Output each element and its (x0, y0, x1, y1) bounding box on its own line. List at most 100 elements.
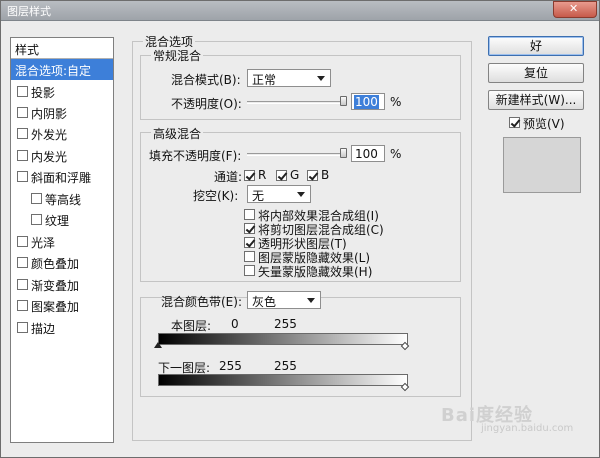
general-blending-title: 常规混合 (151, 47, 204, 64)
this-layer-high-value: 255 (274, 317, 297, 331)
reset-button[interactable]: 复位 (488, 63, 584, 83)
contour-checkbox[interactable] (31, 193, 42, 204)
bevel-emboss-checkbox[interactable] (17, 171, 28, 182)
transparency-shapes-layer-checkbox[interactable] (244, 237, 255, 248)
fill-opacity-slider-track[interactable] (247, 153, 347, 156)
sidebar-item-stroke[interactable]: 描边 (11, 317, 113, 338)
chevron-down-icon (297, 192, 305, 197)
sidebar-item-gradient-overlay[interactable]: 渐变叠加 (11, 274, 113, 295)
drop-shadow-checkbox[interactable] (17, 86, 28, 97)
this-layer-label: 本图层: (171, 319, 212, 333)
this-layer-gradient-bar (158, 333, 408, 345)
fill-opacity-input[interactable]: 100 (351, 145, 385, 162)
sidebar-item-outer-glow[interactable]: 外发光 (11, 123, 113, 144)
sidebar-item-label: 投影 (31, 86, 56, 100)
sidebar-header-label: 样式 (15, 43, 40, 57)
close-button[interactable]: ✕ (553, 1, 597, 18)
window-title: 图层样式 (7, 5, 51, 18)
sidebar-header: 样式 (11, 38, 113, 59)
styles-sidebar: 样式 混合选项:自定 投影 内阴影 外发光 内发光 斜面和浮雕 等高线 纹理 光… (10, 37, 114, 443)
knockout-dropdown[interactable]: 无 (247, 185, 311, 203)
this-layer-black-slider[interactable] (154, 342, 162, 348)
color-overlay-checkbox[interactable] (17, 257, 28, 268)
underlying-layer-low-value: 255 (219, 359, 242, 373)
chevron-down-icon (307, 298, 315, 303)
sidebar-item-label: 外发光 (31, 128, 68, 142)
opacity-slider-knob[interactable] (340, 96, 347, 106)
close-icon: ✕ (569, 2, 579, 15)
sidebar-item-label: 光泽 (31, 236, 56, 250)
opacity-input[interactable]: 100 (351, 93, 385, 110)
sidebar-item-inner-shadow[interactable]: 内阴影 (11, 102, 113, 123)
advanced-blending-title: 高级混合 (151, 125, 204, 142)
blend-if-label: 混合颜色带(E): (161, 295, 242, 309)
sidebar-item-label: 等高线 (45, 193, 82, 207)
knockout-label: 挖空(K): (193, 189, 239, 203)
satin-checkbox[interactable] (17, 236, 28, 247)
blend-mode-dropdown[interactable]: 正常 (247, 69, 331, 87)
stroke-checkbox[interactable] (17, 322, 28, 333)
watermark: Bai度经验 jingyan.baidu.com (441, 401, 573, 434)
fill-opacity-label: 填充不透明度(F): (149, 149, 242, 163)
sidebar-item-inner-glow[interactable]: 内发光 (11, 145, 113, 166)
ok-button[interactable]: 好 (488, 36, 584, 56)
channel-r-checkbox[interactable] (244, 170, 255, 181)
inner-glow-checkbox[interactable] (17, 150, 28, 161)
channel-g-checkbox[interactable] (276, 170, 287, 181)
fill-opacity-value: 100 (355, 147, 378, 161)
sidebar-item-drop-shadow[interactable]: 投影 (11, 81, 113, 102)
opacity-slider-track[interactable] (247, 101, 347, 104)
knockout-value: 无 (252, 189, 265, 203)
inner-shadow-checkbox[interactable] (17, 107, 28, 118)
channel-g-label: G (290, 168, 300, 182)
sidebar-item-blending-options[interactable]: 混合选项:自定 (11, 59, 113, 80)
sidebar-item-label: 斜面和浮雕 (31, 171, 92, 185)
sidebar-item-label: 内阴影 (31, 107, 68, 121)
underlying-layer-high-value: 255 (274, 359, 297, 373)
opacity-value: 100 (354, 95, 379, 109)
sidebar-item-pattern-overlay[interactable]: 图案叠加 (11, 295, 113, 316)
sidebar-item-bevel-emboss[interactable]: 斜面和浮雕 (11, 166, 113, 187)
vector-mask-hides-effects-checkbox[interactable] (244, 265, 255, 276)
channel-b-label: B (321, 168, 330, 182)
texture-checkbox[interactable] (31, 214, 42, 225)
fill-opacity-unit: % (390, 147, 402, 161)
sidebar-item-satin[interactable]: 光泽 (11, 231, 113, 252)
underlying-layer-gradient-bar (158, 374, 408, 386)
sidebar-item-label: 纹理 (45, 214, 70, 228)
sidebar-item-label: 内发光 (31, 150, 68, 164)
blend-if-dropdown[interactable]: 灰色 (247, 291, 321, 309)
gradient-overlay-checkbox[interactable] (17, 279, 28, 290)
layer-mask-hides-effects-checkbox[interactable] (244, 251, 255, 262)
sidebar-item-label: 渐变叠加 (31, 279, 80, 293)
watermark-subtext: jingyan.baidu.com (481, 423, 574, 434)
opacity-unit: % (390, 95, 402, 109)
blend-if-value: 灰色 (252, 295, 277, 309)
sidebar-item-contour[interactable]: 等高线 (11, 188, 113, 209)
sidebar-item-label: 描边 (31, 322, 56, 336)
blend-interior-effects-checkbox[interactable] (244, 209, 255, 220)
new-style-button[interactable]: 新建样式(W)... (488, 90, 584, 110)
layer-style-dialog: 图层样式 ✕ 样式 混合选项:自定 投影 内阴影 外发光 内发光 斜面和浮雕 等… (0, 0, 600, 458)
this-layer-low-value: 0 (231, 317, 239, 331)
chevron-down-icon (317, 76, 325, 81)
sidebar-item-label: 混合选项:自定 (15, 64, 92, 78)
vector-mask-hides-effects-label: 矢量蒙版隐藏效果(H) (258, 265, 373, 279)
sidebar-item-color-overlay[interactable]: 颜色叠加 (11, 252, 113, 273)
channels-label: 通道: (214, 170, 243, 184)
sidebar-item-label: 图案叠加 (31, 300, 80, 314)
fill-opacity-slider-knob[interactable] (340, 148, 347, 158)
opacity-label: 不透明度(O): (171, 97, 242, 111)
preview-label: 预览(V) (523, 117, 565, 131)
style-preview-swatch (503, 137, 581, 193)
blend-mode-value: 正常 (252, 73, 277, 87)
outer-glow-checkbox[interactable] (17, 128, 28, 139)
sidebar-item-texture[interactable]: 纹理 (11, 209, 113, 230)
blend-clipped-layers-checkbox[interactable] (244, 223, 255, 234)
pattern-overlay-checkbox[interactable] (17, 300, 28, 311)
sidebar-item-label: 颜色叠加 (31, 257, 80, 271)
preview-checkbox[interactable] (509, 117, 520, 128)
title-bar: 图层样式 ✕ (1, 1, 599, 21)
channel-b-checkbox[interactable] (307, 170, 318, 181)
blend-mode-label: 混合模式(B): (171, 73, 241, 87)
